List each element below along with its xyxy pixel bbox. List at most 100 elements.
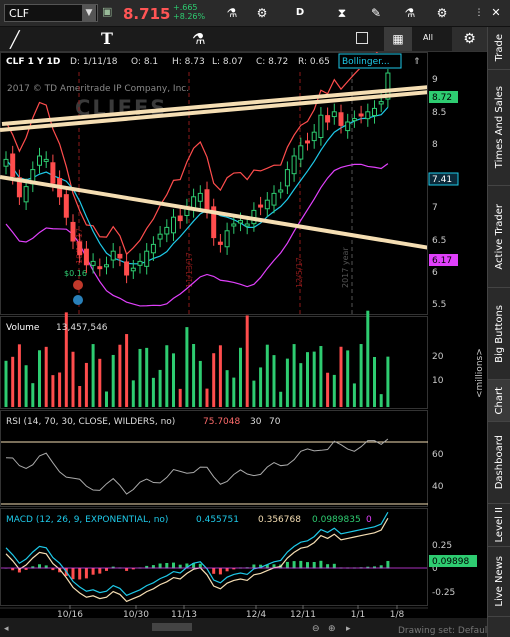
candle-body — [278, 189, 284, 193]
gear-icon[interactable]: ⚙ — [250, 3, 274, 23]
window-menu-icon[interactable]: ⋮ — [472, 3, 486, 23]
legend-range: R: 0.65 — [298, 57, 330, 67]
volume-bar — [51, 375, 55, 407]
zoom-in-icon[interactable]: ⊕ — [328, 624, 336, 634]
candle-body — [157, 233, 163, 240]
tab-chart[interactable]: Chart — [488, 380, 510, 422]
volume-bar — [98, 358, 102, 407]
tab-dashboard[interactable]: Dashboard — [488, 422, 510, 504]
close-icon[interactable]: ✕ — [486, 3, 506, 23]
tab-active-trader[interactable]: Active Trader — [488, 186, 510, 288]
candle-body — [238, 220, 243, 224]
candle-body — [171, 216, 176, 234]
rsi-label[interactable]: RSI (14, 70, 30, CLOSE, WILDERS, no) — [6, 417, 175, 427]
tab-big-buttons[interactable]: Big Buttons — [488, 288, 510, 380]
price-tick: 5.5 — [432, 300, 446, 310]
macd-histogram-bar — [218, 568, 222, 575]
volume-bar — [292, 344, 296, 407]
link-icon[interactable]: ▣ — [102, 5, 116, 21]
earnings-icon[interactable] — [73, 280, 83, 290]
single-layout-icon[interactable] — [356, 32, 368, 44]
candle-body — [83, 248, 89, 266]
zoom-out-icon[interactable]: ⊖ — [312, 624, 320, 634]
candle-body — [351, 118, 357, 122]
price-tick: 8 — [432, 140, 438, 150]
volume-bar — [4, 360, 8, 407]
volume-bar — [285, 358, 289, 407]
volume-bar — [17, 344, 21, 407]
grid-layout-icon[interactable]: ▦ — [384, 27, 412, 51]
candle-body — [144, 250, 150, 267]
volume-bar — [326, 372, 330, 407]
macd-label[interactable]: MACD (12, 26, 9, EXPONENTIAL, no) — [6, 515, 168, 525]
candle-body — [372, 107, 377, 116]
volume-bar — [145, 347, 149, 407]
volume-bar — [225, 370, 229, 407]
volume-units: <millions> — [475, 348, 485, 398]
tab-times-and-sales[interactable]: Times And Sales — [488, 70, 510, 186]
candle-body — [43, 158, 49, 162]
study-bollinger[interactable]: Bollinger... — [342, 57, 390, 67]
year-marker-label: 2017 year — [341, 247, 350, 288]
volume-bar — [265, 344, 269, 407]
volume-bar — [218, 345, 222, 407]
marker-label-2: 11/13/17 — [185, 252, 194, 288]
volume-bar — [78, 386, 82, 407]
candle-body — [130, 267, 136, 272]
volume-bar — [198, 360, 202, 407]
legend-date: D: 1/11/18 — [70, 57, 118, 67]
tab-live-news[interactable]: Live News — [488, 547, 510, 617]
price-tick: 7 — [432, 203, 438, 213]
volume-bar — [239, 347, 242, 407]
scroll-right-icon[interactable]: ▸ — [346, 624, 351, 634]
symbol-dropdown-icon[interactable]: ▼ — [82, 5, 96, 21]
volume-bar — [158, 369, 162, 407]
flask2-icon[interactable]: ⚗ — [398, 3, 422, 23]
drawing-d-button[interactable]: D — [290, 3, 310, 23]
candle-body — [90, 260, 96, 266]
candle-body — [110, 250, 116, 261]
volume-label: Volume — [6, 323, 40, 333]
candle-body — [358, 113, 364, 117]
candle-body — [124, 261, 130, 276]
macd-histogram-bar — [306, 562, 309, 569]
rsi-tick: 40 — [432, 482, 444, 492]
macd-histogram-bar — [386, 560, 390, 569]
candle-body — [338, 112, 344, 126]
volume-bar — [359, 344, 363, 407]
tab-level-ii[interactable]: Level II — [488, 504, 510, 547]
all-button[interactable]: All — [423, 33, 433, 42]
event-info-icon[interactable] — [73, 295, 83, 305]
rsi-legend: RSI (14, 70, 30, CLOSE, WILDERS, no) 75.… — [6, 417, 281, 427]
gear2-icon[interactable]: ⚙ — [430, 3, 454, 23]
candle-body — [197, 192, 203, 202]
scroll-left-icon[interactable]: ◂ — [4, 624, 9, 634]
pencil-icon[interactable]: ✎ — [364, 3, 388, 23]
studies-icon[interactable]: ⚗ — [192, 30, 205, 48]
draw-line-icon[interactable]: ╱ — [10, 30, 20, 49]
candle-icon[interactable]: ⧗ — [330, 3, 354, 23]
candle-body — [63, 194, 69, 218]
candle-body — [3, 158, 9, 167]
volume-bar — [346, 350, 350, 407]
flask-icon[interactable]: ⚗ — [220, 3, 244, 23]
volume-bar — [312, 351, 316, 407]
volume-bar — [205, 388, 209, 407]
volume-bar — [192, 344, 196, 407]
text-tool-icon[interactable]: T — [101, 29, 113, 48]
settings-gear-icon[interactable]: ⚙ — [452, 27, 487, 51]
candle-body — [305, 140, 310, 144]
candle-body — [291, 155, 297, 175]
price-legend: CLF 1 Y 1D D: 1/11/18 O: 8.1 H: 8.73 L: … — [1, 53, 427, 69]
candle-body — [378, 101, 384, 105]
macd-tick: 0.25 — [432, 541, 452, 551]
volume-bar — [165, 345, 169, 407]
candle-body — [117, 253, 123, 259]
rsi-value: 75.7048 — [203, 417, 240, 427]
chart-area[interactable]: 2017 © TD Ameritrade IP Company, Inc. CL… — [0, 52, 487, 637]
candle-body — [204, 189, 210, 211]
price-axis — [428, 52, 487, 607]
tab-trade[interactable]: Trade — [488, 27, 510, 70]
drawing-set-status[interactable]: Drawing set: Default — [398, 626, 487, 636]
collapse-icon[interactable]: ⇑ — [413, 57, 421, 67]
